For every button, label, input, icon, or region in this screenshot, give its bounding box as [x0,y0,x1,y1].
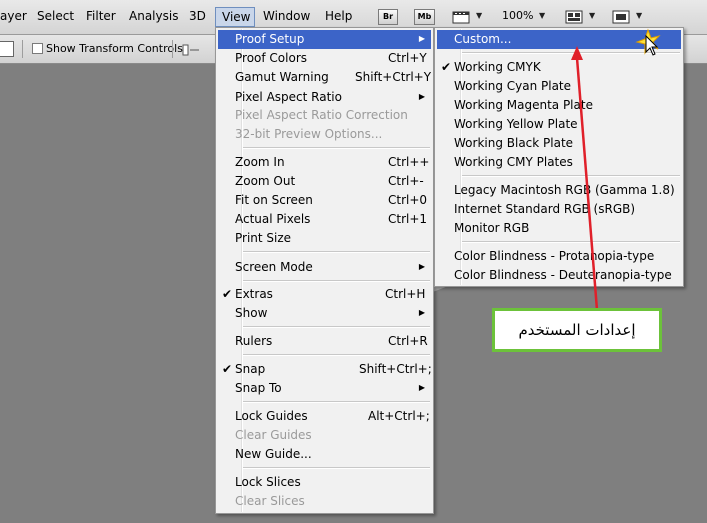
annotation-callout: إعدادات المستخدم [492,308,662,352]
callout-text: إعدادات المستخدم [495,311,659,349]
annotation-arrow-icon [571,46,599,311]
cursor-sparkle-icon [632,28,666,61]
